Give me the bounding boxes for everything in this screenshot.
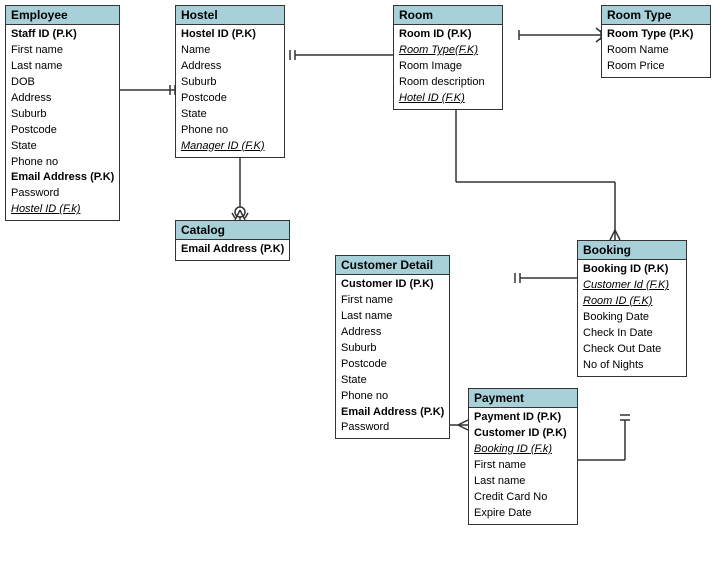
field-booking-4: Check In Date: [583, 326, 681, 342]
field-employee-11: Hostel ID (F.k): [11, 202, 114, 218]
entity-room: RoomRoom ID (P.K)Room Type(F.K)Room Imag…: [393, 5, 503, 110]
field-customer-3: Address: [341, 325, 444, 341]
entity-customer: Customer DetailCustomer ID (P.K)First na…: [335, 255, 450, 439]
entity-header-booking: Booking: [578, 241, 686, 260]
field-employee-1: First name: [11, 43, 114, 59]
field-customer-9: Password: [341, 420, 444, 436]
field-customer-1: First name: [341, 293, 444, 309]
field-hostel-4: Postcode: [181, 91, 279, 107]
field-hostel-3: Suburb: [181, 75, 279, 91]
entity-body-roomtype: Room Type (P.K)Room NameRoom Price: [602, 25, 710, 77]
field-employee-3: DOB: [11, 75, 114, 91]
entity-header-hostel: Hostel: [176, 6, 284, 25]
entity-body-catalog: Email Address (P.K): [176, 240, 289, 260]
field-room-2: Room Image: [399, 59, 497, 75]
field-payment-2: Booking ID (F.k): [474, 442, 572, 458]
er-diagram: EmployeeStaff ID (P.K)First nameLast nam…: [0, 0, 728, 587]
field-catalog-0: Email Address (P.K): [181, 242, 284, 258]
entity-header-room: Room: [394, 6, 502, 25]
field-booking-0: Booking ID (P.K): [583, 262, 681, 278]
field-roomtype-2: Room Price: [607, 59, 705, 75]
field-employee-9: Email Address (P.K): [11, 170, 114, 186]
field-payment-0: Payment ID (P.K): [474, 410, 572, 426]
field-employee-10: Password: [11, 186, 114, 202]
entity-booking: BookingBooking ID (P.K)Customer Id (F.K)…: [577, 240, 687, 377]
entity-body-customer: Customer ID (P.K)First nameLast nameAddr…: [336, 275, 449, 438]
field-room-4: Hotel ID (F.K): [399, 91, 497, 107]
field-customer-7: Phone no: [341, 389, 444, 405]
field-payment-1: Customer ID (P.K): [474, 426, 572, 442]
field-hostel-0: Hostel ID (P.K): [181, 27, 279, 43]
field-room-1: Room Type(F.K): [399, 43, 497, 59]
entity-header-roomtype: Room Type: [602, 6, 710, 25]
field-booking-3: Booking Date: [583, 310, 681, 326]
entity-body-room: Room ID (P.K)Room Type(F.K)Room ImageRoo…: [394, 25, 502, 109]
field-customer-6: State: [341, 373, 444, 389]
entity-body-payment: Payment ID (P.K)Customer ID (P.K)Booking…: [469, 408, 577, 524]
field-booking-2: Room ID (F.K): [583, 294, 681, 310]
entity-hostel: HostelHostel ID (P.K)NameAddressSuburbPo…: [175, 5, 285, 158]
field-payment-3: First name: [474, 458, 572, 474]
entity-body-booking: Booking ID (P.K)Customer Id (F.K)Room ID…: [578, 260, 686, 376]
entity-body-hostel: Hostel ID (P.K)NameAddressSuburbPostcode…: [176, 25, 284, 157]
field-customer-2: Last name: [341, 309, 444, 325]
field-payment-4: Last name: [474, 474, 572, 490]
field-employee-4: Address: [11, 91, 114, 107]
field-employee-0: Staff ID (P.K): [11, 27, 114, 43]
field-booking-6: No of Nights: [583, 358, 681, 374]
entity-employee: EmployeeStaff ID (P.K)First nameLast nam…: [5, 5, 120, 221]
field-payment-5: Credit Card No: [474, 490, 572, 506]
field-employee-6: Postcode: [11, 123, 114, 139]
field-hostel-5: State: [181, 107, 279, 123]
field-customer-4: Suburb: [341, 341, 444, 357]
entity-catalog: Catalog Email Address (P.K): [175, 220, 290, 261]
entity-body-employee: Staff ID (P.K)First nameLast nameDOBAddr…: [6, 25, 119, 220]
entity-roomtype: Room TypeRoom Type (P.K)Room NameRoom Pr…: [601, 5, 711, 78]
entity-header-employee: Employee: [6, 6, 119, 25]
field-customer-5: Postcode: [341, 357, 444, 373]
field-booking-1: Customer Id (F.K): [583, 278, 681, 294]
field-payment-6: Expire Date: [474, 506, 572, 522]
field-employee-8: Phone no: [11, 155, 114, 171]
field-room-3: Room description: [399, 75, 497, 91]
field-hostel-1: Name: [181, 43, 279, 59]
entity-header-payment: Payment: [469, 389, 577, 408]
entity-header-catalog: Catalog: [176, 221, 289, 240]
field-employee-2: Last name: [11, 59, 114, 75]
entity-header-customer: Customer Detail: [336, 256, 449, 275]
field-employee-5: Suburb: [11, 107, 114, 123]
field-hostel-6: Phone no: [181, 123, 279, 139]
field-roomtype-1: Room Name: [607, 43, 705, 59]
field-roomtype-0: Room Type (P.K): [607, 27, 705, 43]
entity-payment: PaymentPayment ID (P.K)Customer ID (P.K)…: [468, 388, 578, 525]
field-booking-5: Check Out Date: [583, 342, 681, 358]
field-customer-8: Email Address (P.K): [341, 405, 444, 421]
field-employee-7: State: [11, 139, 114, 155]
field-room-0: Room ID (P.K): [399, 27, 497, 43]
field-hostel-7: Manager ID (F.K): [181, 139, 279, 155]
field-customer-0: Customer ID (P.K): [341, 277, 444, 293]
field-hostel-2: Address: [181, 59, 279, 75]
